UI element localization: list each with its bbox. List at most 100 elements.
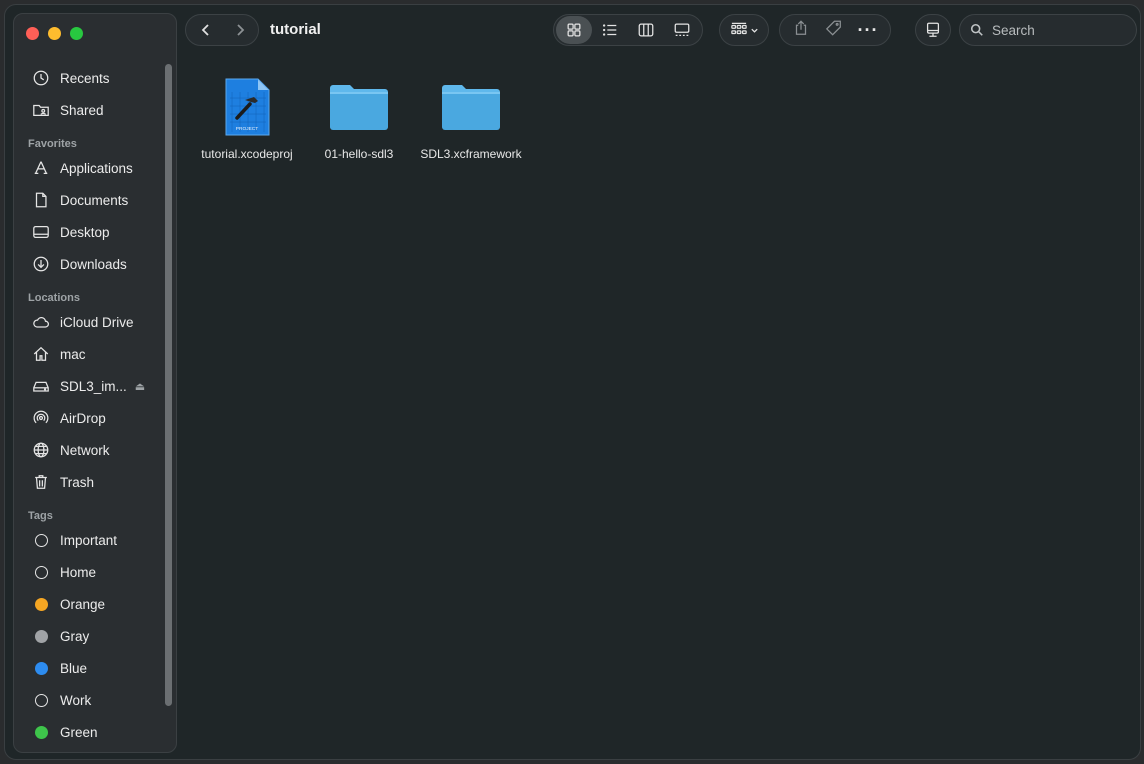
sidebar-tag-home[interactable]: Home: [14, 556, 164, 588]
sidebar-item-label: Green: [60, 724, 98, 740]
applications-icon: [30, 158, 52, 178]
sidebar-list: Recents Shared Favorites Applications Do…: [14, 62, 164, 748]
sidebar-item-label: Gray: [60, 628, 90, 644]
sidebar-item-label: Home: [60, 564, 97, 580]
group-grid-icon: [730, 22, 747, 35]
file-name: 01-hello-sdl3: [324, 147, 394, 161]
tag-button[interactable]: [825, 19, 843, 42]
sidebar-tag-important[interactable]: Important: [14, 524, 164, 556]
columns-icon: [638, 23, 654, 37]
sidebar-item-label: Network: [60, 442, 110, 458]
sidebar-tag-orange[interactable]: Orange: [14, 588, 164, 620]
sidebar-item-recents[interactable]: Recents: [14, 62, 164, 94]
window-title: tutorial: [270, 21, 321, 38]
sidebar-item-label: Recents: [60, 70, 110, 86]
file-item-folder[interactable]: SDL3.xcframework: [415, 75, 527, 162]
file-item-folder[interactable]: 01-hello-sdl3: [303, 75, 415, 162]
section-title-favorites: Favorites: [28, 138, 77, 150]
finder-window: Recents Shared Favorites Applications Do…: [4, 4, 1141, 760]
sidebar-tag-green[interactable]: Green: [14, 716, 164, 748]
gallery-icon: [674, 23, 690, 37]
sidebar-item-label: Downloads: [60, 256, 127, 272]
file-name: SDL3.xcframework: [420, 147, 522, 161]
sidebar-item-shared[interactable]: Shared: [14, 94, 164, 126]
navigation-buttons: [185, 14, 259, 46]
sidebar-item-label: mac: [60, 346, 86, 362]
sidebar-item-label: iCloud Drive: [60, 314, 134, 330]
tag-dot-icon: [34, 597, 48, 611]
search-input[interactable]: [992, 22, 1122, 38]
icon-view-button[interactable]: [556, 16, 592, 44]
chevron-left-icon: [201, 24, 209, 36]
globe-icon: [30, 440, 52, 460]
tag-dot-icon: [34, 565, 48, 579]
share-button[interactable]: [792, 19, 810, 42]
view-mode-selector: [553, 14, 703, 46]
chevron-down-icon: [750, 28, 758, 33]
search-icon: [970, 23, 983, 36]
sidebar: Recents Shared Favorites Applications Do…: [13, 13, 177, 753]
file-name: tutorial.xcodeproj: [201, 147, 293, 161]
eject-icon[interactable]: ⏏: [135, 380, 145, 393]
group-by-button[interactable]: [719, 14, 769, 46]
more-options-button[interactable]: ···: [858, 21, 879, 39]
folder-icon: [327, 75, 391, 139]
chevron-right-icon: [237, 24, 245, 36]
close-button[interactable]: [26, 27, 39, 40]
sidebar-item-downloads[interactable]: Downloads: [14, 248, 164, 280]
sidebar-item-label: Blue: [60, 660, 88, 676]
sidebar-item-label: Important: [60, 532, 118, 548]
connect-server-button[interactable]: [915, 14, 951, 46]
sidebar-item-label: Trash: [60, 474, 95, 490]
sidebar-item-label: Applications: [60, 160, 133, 176]
search-field[interactable]: [959, 14, 1137, 46]
tag-dot-icon: [34, 629, 48, 643]
sidebar-item-label: Documents: [60, 192, 129, 208]
sidebar-item-applications[interactable]: Applications: [14, 152, 164, 184]
cloud-icon: [30, 312, 52, 332]
sidebar-item-label: Work: [60, 692, 92, 708]
gallery-view-button[interactable]: [664, 16, 700, 44]
sidebar-item-airdrop[interactable]: AirDrop: [14, 402, 164, 434]
airdrop-icon: [30, 408, 52, 428]
tag-dot-icon: [34, 725, 48, 739]
minimize-button[interactable]: [48, 27, 61, 40]
sidebar-item-documents[interactable]: Documents: [14, 184, 164, 216]
xcode-project-icon: PROJECT: [215, 75, 279, 139]
toolbar: tutorial ···: [183, 5, 1140, 61]
tag-dot-icon: [34, 693, 48, 707]
tag-icon: [825, 20, 841, 36]
sidebar-scrollbar[interactable]: [165, 64, 172, 706]
home-icon: [30, 344, 52, 364]
sidebar-item-network[interactable]: Network: [14, 434, 164, 466]
zoom-button[interactable]: [70, 27, 83, 40]
sidebar-tag-blue[interactable]: Blue: [14, 652, 164, 684]
shared-folder-icon: [30, 100, 52, 120]
sidebar-tag-gray[interactable]: Gray: [14, 620, 164, 652]
section-title-locations: Locations: [28, 292, 80, 304]
sidebar-item-icloud-drive[interactable]: iCloud Drive: [14, 306, 164, 338]
file-grid: PROJECT tutorial.xcodeproj 01-hello-sdl3: [183, 61, 1140, 759]
forward-button[interactable]: [222, 15, 258, 45]
sidebar-item-desktop[interactable]: Desktop: [14, 216, 164, 248]
window-controls: [26, 27, 83, 40]
desktop-icon: [30, 222, 52, 242]
svg-text:PROJECT: PROJECT: [236, 126, 258, 132]
sidebar-item-label: Orange: [60, 596, 106, 612]
server-icon: [926, 22, 940, 37]
sidebar-item-label: Desktop: [60, 224, 110, 240]
back-button[interactable]: [188, 15, 224, 45]
sidebar-tag-work[interactable]: Work: [14, 684, 164, 716]
file-item-xcodeproj[interactable]: PROJECT tutorial.xcodeproj: [191, 75, 303, 162]
sidebar-item-mac[interactable]: mac: [14, 338, 164, 370]
sidebar-item-sdl3-image[interactable]: SDL3_im... ⏏: [14, 370, 164, 402]
grid-icon: [567, 23, 581, 37]
section-title-tags: Tags: [28, 510, 53, 522]
column-view-button[interactable]: [628, 16, 664, 44]
tag-dot-icon: [34, 661, 48, 675]
sidebar-item-trash[interactable]: Trash: [14, 466, 164, 498]
folder-icon: [439, 75, 503, 139]
share-icon: [795, 19, 806, 35]
list-view-button[interactable]: [592, 16, 628, 44]
document-icon: [30, 190, 52, 210]
